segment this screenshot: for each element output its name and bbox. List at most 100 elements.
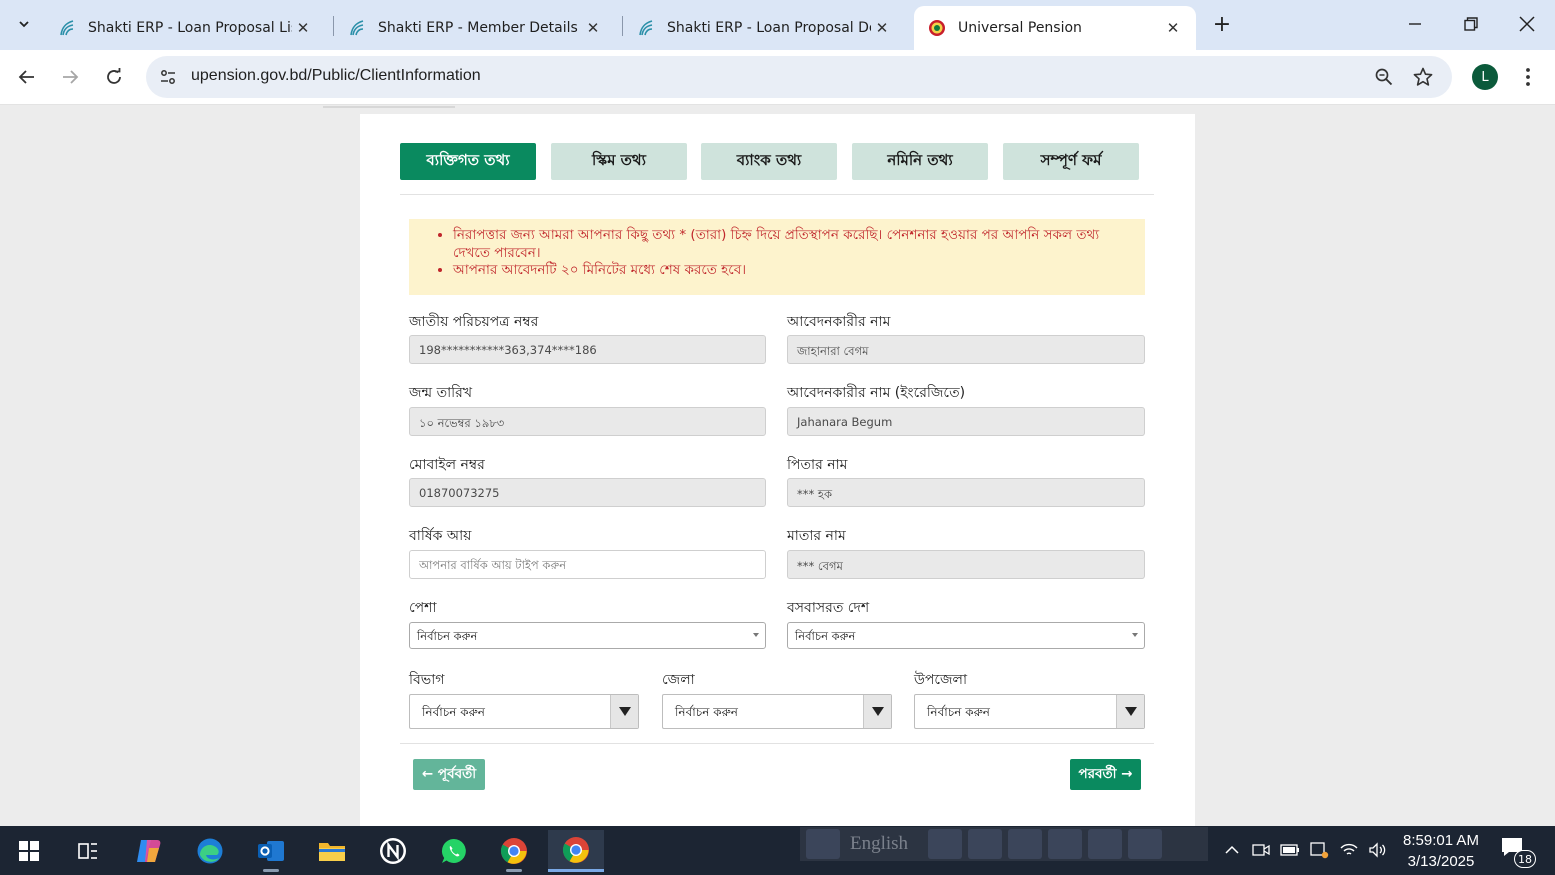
forward-button[interactable]	[55, 62, 85, 92]
start-button[interactable]	[4, 830, 54, 872]
browser-menu-button[interactable]	[1516, 64, 1540, 90]
caret-down-icon	[753, 633, 759, 637]
close-tab-icon[interactable]: ✕	[292, 17, 314, 39]
browser-tab-loan-proposal-details[interactable]: Shakti ERP - Loan Proposal Det ✕	[623, 6, 905, 50]
close-tab-icon[interactable]: ✕	[582, 17, 604, 39]
system-clock[interactable]: 8:59:01 AM 3/13/2025	[1394, 830, 1488, 872]
battery-icon[interactable]	[1278, 838, 1302, 862]
step-scheme-info[interactable]: স্কিম তথ্য	[551, 143, 687, 180]
nid-field: 198***********363,374****186	[409, 335, 766, 364]
url-text: upension.gov.bd/Public/ClientInformation	[191, 67, 481, 84]
restore-icon	[1464, 17, 1478, 31]
district-selected: নির্বাচন করুন	[675, 705, 738, 719]
page-top-remnant	[323, 106, 455, 108]
form-step-tabs: ব্যক্তিগত তথ্য স্কিম তথ্য ব্যাংক তথ্য নম…	[400, 143, 1154, 195]
arrow-left-icon	[18, 70, 34, 84]
minimize-icon	[1409, 23, 1421, 25]
meet-now-icon[interactable]	[1249, 838, 1273, 862]
clock-time: 8:59:01 AM	[1403, 832, 1479, 849]
reload-icon	[107, 68, 121, 84]
district-select[interactable]: নির্বাচন করুন	[662, 694, 892, 729]
back-button[interactable]	[12, 62, 42, 92]
shakti-favicon-icon	[350, 20, 364, 36]
close-tab-icon[interactable]: ✕	[1162, 17, 1184, 39]
zoom-icon[interactable]	[1372, 65, 1396, 89]
wifi-icon[interactable]	[1337, 838, 1361, 862]
upazila-label: উপজেলা	[914, 672, 968, 688]
close-tab-icon[interactable]: ✕	[871, 17, 893, 39]
outlook-taskbar-icon[interactable]	[246, 830, 296, 872]
file-explorer-taskbar-icon[interactable]	[307, 830, 357, 872]
site-info-icon[interactable]	[156, 65, 180, 89]
dropdown-arrow-icon[interactable]	[610, 695, 638, 728]
profession-selected: নির্বাচন করুন	[417, 629, 478, 643]
step-nominee-info[interactable]: নমিনি তথ্য	[852, 143, 988, 180]
chrome-taskbar-icon[interactable]	[489, 830, 539, 872]
dropdown-arrow-icon[interactable]	[1116, 695, 1144, 728]
more-vertical-icon	[1526, 68, 1530, 86]
new-tab-button[interactable]: +	[1208, 10, 1236, 38]
windows-taskbar: English 8:59:01 AM 3/13/2025 18	[0, 826, 1555, 875]
notification-center-button[interactable]: 18	[1500, 836, 1536, 868]
shakti-favicon-icon	[639, 20, 653, 36]
browser-tab-member-details[interactable]: Shakti ERP - Member Details ✕	[334, 6, 616, 50]
help-icon	[1088, 829, 1123, 859]
address-bar[interactable]: upension.gov.bd/Public/ClientInformation	[146, 56, 1452, 98]
close-icon	[1519, 16, 1535, 32]
step-complete-form[interactable]: সম্পূর্ণ ফর্ম	[1003, 143, 1139, 180]
browser-toolbar: upension.gov.bd/Public/ClientInformation…	[0, 50, 1555, 105]
notice-item: আপনার আবেদনটি ২০ মিনিটের মধ্যে শেষ করতে …	[453, 262, 1133, 280]
profile-avatar[interactable]: L	[1472, 64, 1498, 90]
ime-icon	[806, 829, 840, 859]
caret-down-icon	[1132, 633, 1138, 637]
tab-search-button[interactable]	[8, 8, 40, 40]
chevron-up-icon[interactable]	[1220, 838, 1244, 862]
task-view-button[interactable]	[63, 830, 113, 872]
division-select[interactable]: নির্বাচন করুন	[409, 694, 639, 729]
dob-label: জন্ম তারিখ	[409, 385, 473, 401]
nid-label: জাতীয় পরিচয়পত্র নম্বর	[409, 314, 539, 330]
applicant-name-en-field: Jahanara Begum	[787, 407, 1145, 436]
clock-date: 3/13/2025	[1407, 853, 1475, 870]
minimize-button[interactable]	[1395, 8, 1435, 40]
division-label: বিভাগ	[409, 672, 445, 688]
next-button[interactable]: পরবর্তী →	[1070, 759, 1141, 790]
previous-button[interactable]: ← পূর্ববর্তী	[413, 759, 485, 790]
dropdown-arrow-icon[interactable]	[863, 695, 891, 728]
step-personal-info[interactable]: ব্যক্তিগত তথ্য	[400, 143, 536, 180]
applicant-name-label: আবেদনকারীর নাম	[787, 314, 891, 330]
country-select[interactable]: নির্বাচন করুন	[787, 622, 1145, 649]
browser-tab-loan-proposal-list[interactable]: Shakti ERP - Loan Proposal List ✕	[44, 6, 326, 50]
globe-icon	[1048, 829, 1083, 859]
copilot-taskbar-icon[interactable]	[124, 830, 174, 872]
language-bar[interactable]: English	[800, 827, 1208, 861]
volume-icon[interactable]	[1366, 838, 1390, 862]
restore-button[interactable]	[1451, 8, 1491, 40]
profession-select[interactable]: নির্বাচন করুন	[409, 622, 766, 649]
mobile-label: মোবাইল নম্বর	[409, 457, 485, 473]
whatsapp-taskbar-icon[interactable]	[429, 830, 479, 872]
upazila-select[interactable]: নির্বাচন করুন	[914, 694, 1145, 729]
chrome-active-taskbar-icon[interactable]	[548, 830, 604, 872]
bd-govt-seal-icon	[929, 20, 945, 36]
notice-item: নিরাপত্তার জন্য আমরা আপনার কিছু তথ্য * (…	[453, 227, 1133, 262]
edge-taskbar-icon[interactable]	[185, 830, 235, 872]
language-label: English	[850, 833, 909, 854]
applicant-name-en-label: আবেদনকারীর নাম (ইংরেজিতে)	[787, 385, 966, 401]
notion-taskbar-icon[interactable]	[368, 830, 418, 872]
close-window-button[interactable]	[1507, 8, 1547, 40]
windows-logo-icon	[19, 841, 39, 861]
annual-income-input[interactable]	[409, 550, 766, 579]
form-footer-divider	[400, 743, 1154, 744]
browser-tab-strip: Shakti ERP - Loan Proposal List ✕ Shakti…	[0, 0, 1555, 50]
bookmark-star-icon[interactable]	[1411, 65, 1435, 89]
reload-button[interactable]	[99, 62, 129, 92]
browser-tab-universal-pension[interactable]: Universal Pension ✕	[914, 6, 1196, 50]
client-info-form: ব্যক্তিগত তথ্য স্কিম তথ্য ব্যাংক তথ্য নম…	[360, 114, 1195, 826]
step-bank-info[interactable]: ব্যাংক তথ্য	[701, 143, 837, 180]
notification-count-badge: 18	[1514, 850, 1536, 868]
device-status-icon[interactable]	[1307, 838, 1331, 862]
father-name-label: পিতার নাম	[787, 457, 848, 473]
district-label: জেলা	[662, 672, 695, 688]
father-name-field: *** হক	[787, 478, 1145, 507]
